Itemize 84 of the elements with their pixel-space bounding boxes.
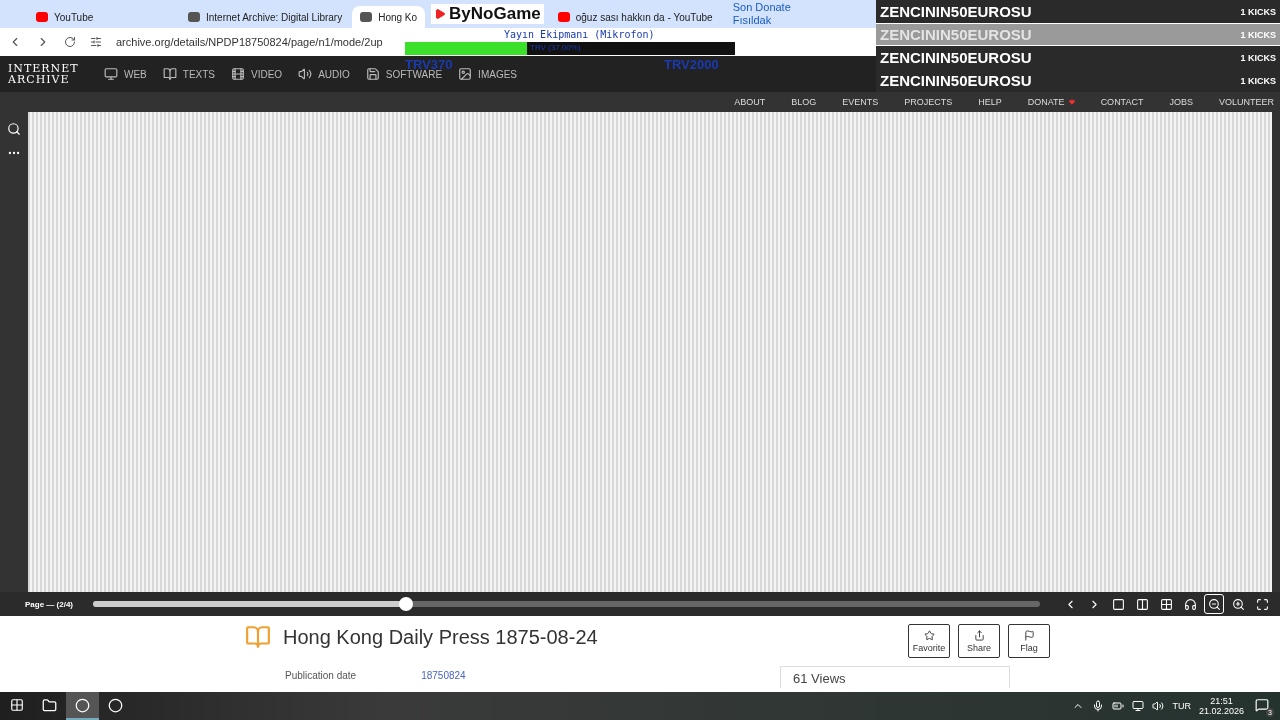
goal-current: TRV370 — [405, 57, 453, 72]
heart-icon — [1068, 99, 1075, 105]
page-indicator: Page — (2/4) — [25, 599, 73, 609]
media-nav-link[interactable]: IMAGES — [458, 67, 517, 81]
film-icon — [231, 67, 245, 81]
donation-feed-link[interactable]: Son Donate — [732, 1, 791, 14]
site-info-icon[interactable] — [90, 36, 102, 48]
page-icon — [360, 12, 373, 22]
play-logo-icon — [36, 12, 48, 22]
top-nav-link[interactable]: BLOG — [791, 97, 817, 107]
top-nav-link[interactable]: PROJECTS — [904, 97, 953, 107]
top-nav-link[interactable]: VOLUNTEER — [1219, 97, 1274, 107]
browser-tab[interactable]: YouTube — [28, 6, 178, 28]
media-nav-link[interactable]: TEXTS — [162, 67, 215, 81]
zoom-out-button[interactable] — [1204, 594, 1224, 614]
address-field[interactable]: archive.org/details/NPDP18750824/page/n1/mode/2up — [116, 36, 383, 48]
image-icon — [458, 67, 473, 81]
goal-target: TRV2000 — [664, 57, 719, 72]
donor-amount: 1 KICKS — [1240, 52, 1276, 63]
clock-date[interactable]: 21.02.2026 — [1198, 706, 1244, 716]
star-action-button[interactable]: Favorite — [908, 624, 950, 658]
site-logo[interactable]: INTERNET ARCHIVE — [8, 63, 88, 85]
top-nav-link[interactable]: HELP — [978, 97, 1002, 107]
language-indicator[interactable]: TUR — [1172, 701, 1191, 711]
monitor-icon — [104, 67, 118, 81]
browser-tab[interactable]: oğuz sası hakkın da - YouTube — [549, 6, 721, 28]
circle-icon — [75, 697, 90, 713]
windows-logo-icon — [9, 698, 24, 712]
donor-name: ZENCININ50EUROSU — [880, 26, 1032, 43]
share-action-button[interactable]: Share — [958, 624, 1000, 658]
slider-thumb[interactable] — [398, 597, 413, 611]
fullscreen-icon — [1255, 597, 1269, 611]
browser-button[interactable] — [66, 692, 99, 720]
page-icon — [188, 12, 200, 22]
share-icon — [973, 629, 985, 641]
top-nav-link[interactable]: CONTACT — [1100, 97, 1144, 107]
folder-icon — [42, 697, 57, 713]
top-nav-link[interactable]: EVENTS — [842, 97, 879, 107]
top-nav-link[interactable]: ABOUT — [734, 97, 766, 107]
donor-name: ZENCININ50EUROSU — [880, 3, 1032, 20]
play-logo-icon — [557, 12, 570, 22]
network-icon[interactable] — [1132, 700, 1145, 712]
circle-icon — [108, 697, 123, 713]
top-nav-link[interactable]: JOBS — [1169, 97, 1193, 107]
goal-title: Yayın Ekipmanı (Mikrofon) — [504, 29, 655, 40]
volume-icon[interactable] — [1152, 700, 1165, 712]
donor-amount: 1 KICKS — [1240, 75, 1276, 86]
browser-tab[interactable]: Internet Archive: Digital Library — [180, 6, 351, 28]
book-icon — [245, 624, 271, 650]
microphone-icon[interactable] — [1092, 700, 1105, 712]
donor-name: ZENCININ50EUROSU — [880, 72, 1032, 89]
clock-time[interactable]: 21:51 — [1210, 696, 1233, 706]
reload-icon[interactable] — [64, 36, 76, 48]
grid-icon — [1159, 597, 1173, 611]
media-nav-link[interactable]: AUDIO — [298, 67, 350, 81]
stream-logo: ByNoGame — [431, 4, 544, 24]
views-count: 61 Views — [780, 666, 1010, 688]
battery-icon[interactable] — [1112, 700, 1125, 712]
goal-reading: TRV (37.00%) — [530, 43, 581, 52]
headphones-icon — [1183, 597, 1197, 611]
speaker-icon — [298, 67, 313, 81]
search-icon[interactable] — [7, 122, 21, 136]
star-icon — [923, 629, 935, 641]
metadata-label: Publication date — [285, 670, 357, 681]
donation-feed-link[interactable]: Fısıldak — [732, 14, 791, 27]
item-title: Hong Kong Daily Press 1875-08-24 — [283, 625, 598, 649]
page-slider[interactable] — [93, 597, 1040, 611]
media-nav-link[interactable]: WEB — [104, 67, 147, 81]
top-nav-link[interactable]: DONATE — [1027, 97, 1075, 107]
play-icon — [434, 8, 447, 20]
donor-amount: 1 KICKS — [1240, 6, 1276, 17]
donor-amount: 1 KICKS — [1240, 29, 1276, 40]
book-icon — [162, 67, 177, 81]
two-page-icon — [1135, 597, 1149, 611]
flag-action-button[interactable]: Flag — [1008, 624, 1050, 658]
donor-name: ZENCININ50EUROSU — [880, 49, 1032, 66]
flag-icon — [1023, 629, 1035, 641]
browser-tab[interactable]: Hong Ko — [352, 6, 426, 28]
single-page-icon — [1111, 597, 1125, 611]
media-nav-link[interactable]: VIDEO — [231, 67, 283, 81]
zoom-in-icon — [1231, 597, 1245, 611]
metadata-link[interactable]: 18750824 — [421, 670, 466, 681]
message-icon — [1255, 698, 1269, 712]
zoom-out-icon — [1207, 597, 1221, 611]
